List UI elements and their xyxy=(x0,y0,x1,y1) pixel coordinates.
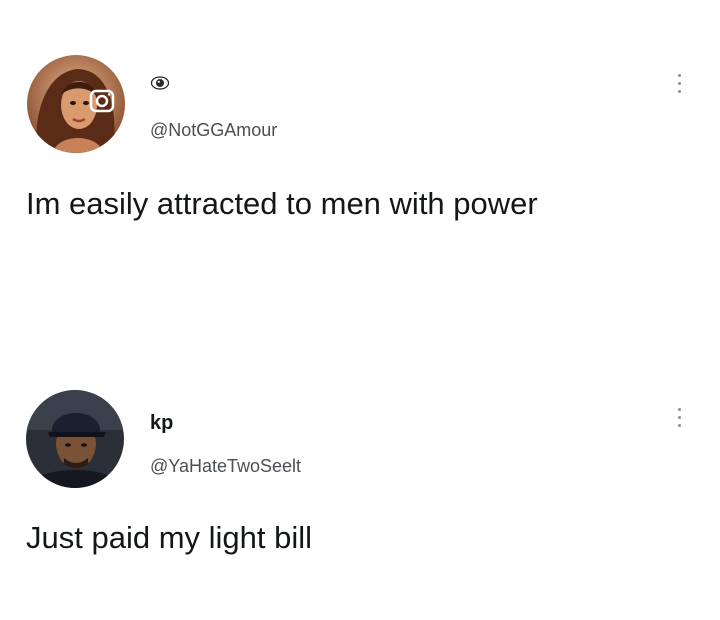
eye-emoji-icon xyxy=(150,73,170,93)
more-options-icon[interactable] xyxy=(674,74,684,100)
avatar[interactable] xyxy=(27,55,125,153)
user-handle[interactable]: @NotGGAmour xyxy=(150,120,277,141)
more-options-icon[interactable] xyxy=(674,408,684,434)
display-name[interactable]: kp xyxy=(150,412,173,435)
tweet-card[interactable]: kp @YaHateTwoSeelt Just paid my light bi… xyxy=(0,370,720,620)
user-handle[interactable]: @YaHateTwoSeelt xyxy=(150,456,301,477)
profile-photo-woman-icon xyxy=(27,55,125,153)
avatar[interactable] xyxy=(26,390,124,488)
tweet-text: Im easily attracted to men with power xyxy=(26,186,538,221)
tweet-card[interactable]: @NotGGAmour Im easily attracted to men w… xyxy=(0,0,720,300)
profile-photo-man-cap-icon xyxy=(26,390,124,488)
tweet-text: Just paid my light bill xyxy=(26,520,313,555)
